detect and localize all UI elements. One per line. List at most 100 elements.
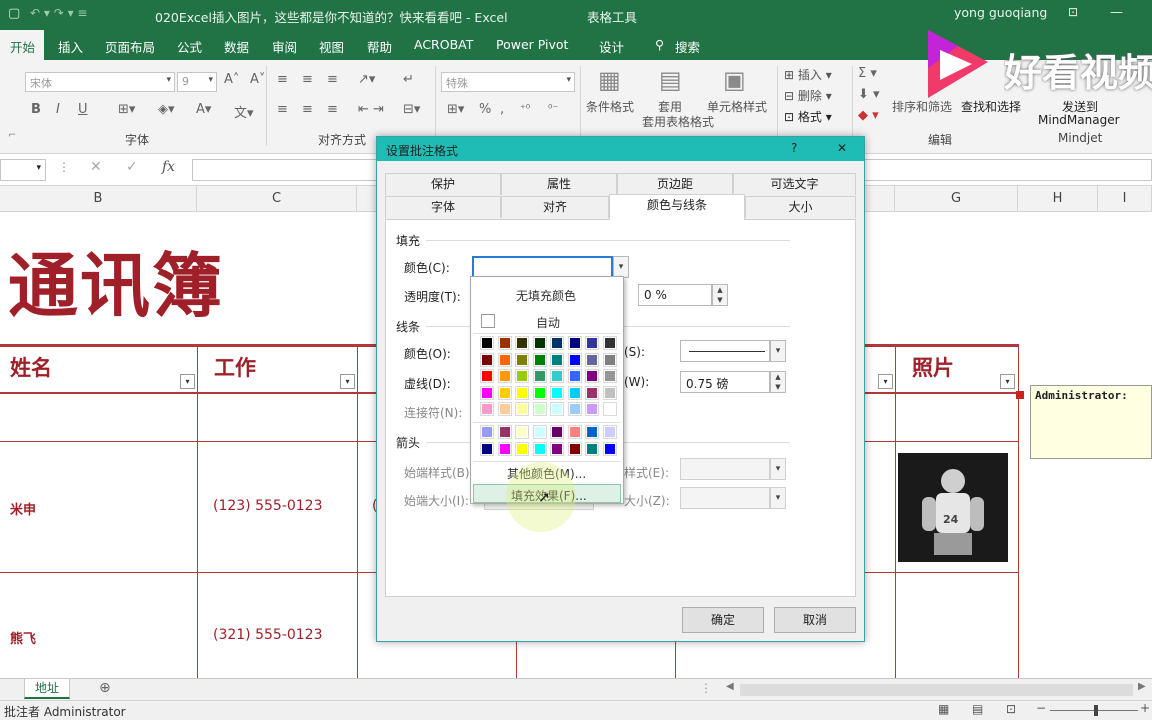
sheet-tab-address[interactable]: 地址 bbox=[24, 679, 70, 699]
color-swatch[interactable] bbox=[550, 385, 564, 400]
phonetic-icon[interactable]: 文▾ bbox=[234, 102, 254, 121]
tab-protection[interactable]: 保护 bbox=[385, 173, 501, 195]
align-bottom-icon[interactable]: ≡ bbox=[327, 72, 338, 87]
color-swatch[interactable] bbox=[585, 336, 599, 350]
tab-colors-lines[interactable]: 颜色与线条 bbox=[609, 194, 745, 220]
zoom-in-icon[interactable]: + bbox=[1140, 701, 1150, 715]
insert-function-icon[interactable]: fx bbox=[162, 159, 175, 175]
column-header-f[interactable] bbox=[865, 186, 895, 212]
weight-input[interactable]: 0.75 磅 bbox=[680, 371, 770, 393]
color-swatch[interactable] bbox=[515, 402, 529, 416]
number-format-combo[interactable]: 特殊 ▾ bbox=[441, 72, 575, 92]
indent-icon[interactable]: ⇤ ⇥ bbox=[358, 102, 384, 117]
color-swatch[interactable] bbox=[585, 441, 599, 456]
weight-spinner[interactable]: ▲ ▼ bbox=[770, 371, 786, 393]
auto-swatch[interactable] bbox=[481, 314, 495, 328]
color-swatch[interactable] bbox=[532, 336, 547, 350]
fill-down-icon[interactable]: ⬇ ▾ bbox=[858, 87, 880, 102]
wrap-text-icon[interactable]: ↵ bbox=[403, 72, 414, 87]
tab-review[interactable]: 审阅 bbox=[272, 37, 297, 56]
color-swatch[interactable] bbox=[515, 441, 529, 456]
tab-power-pivot[interactable]: Power Pivot bbox=[496, 37, 568, 52]
row2-name[interactable]: 熊飞 bbox=[10, 628, 36, 647]
color-swatch[interactable] bbox=[585, 352, 599, 367]
color-swatch[interactable] bbox=[567, 425, 582, 439]
cancel-entry-icon[interactable]: ✕ bbox=[90, 159, 102, 175]
color-swatch[interactable] bbox=[515, 425, 529, 439]
cancel-button[interactable]: 取消 bbox=[774, 607, 856, 633]
decrease-decimal-icon[interactable]: ⁰⁻ bbox=[548, 102, 558, 115]
dialog-help-button[interactable]: ? bbox=[791, 141, 797, 155]
color-swatch[interactable] bbox=[480, 441, 494, 456]
orientation-icon[interactable]: ↗▾ bbox=[358, 72, 375, 87]
tab-properties[interactable]: 属性 bbox=[501, 173, 617, 195]
color-swatch[interactable] bbox=[497, 352, 512, 367]
line-style-dropdown[interactable]: ▾ bbox=[770, 340, 786, 362]
color-swatch[interactable] bbox=[550, 369, 564, 383]
currency-icon[interactable]: ⊞▾ bbox=[447, 102, 464, 117]
border-icon[interactable]: ⊞▾ bbox=[118, 102, 135, 117]
color-swatch[interactable] bbox=[585, 369, 599, 383]
column-header-b[interactable]: B bbox=[0, 186, 197, 212]
user-name[interactable]: yong guoqiang bbox=[954, 5, 1047, 20]
horizontal-scrollbar[interactable] bbox=[740, 684, 1133, 696]
undo-icon[interactable]: ↶ ▾ ↷ ▾ ≡ bbox=[30, 6, 87, 20]
insert-button[interactable]: ⊞ 插入 ▾ bbox=[784, 66, 832, 83]
font-name-combo[interactable]: 宋体 ▾ bbox=[25, 72, 175, 92]
color-swatch[interactable] bbox=[532, 385, 547, 400]
color-swatch[interactable] bbox=[567, 385, 582, 400]
tab-view[interactable]: 视图 bbox=[319, 37, 344, 56]
scroll-right-icon[interactable]: ▶ bbox=[1138, 681, 1146, 692]
align-center-icon[interactable]: ≡ bbox=[302, 102, 313, 117]
row2-phone[interactable]: (321) 555-0123 bbox=[213, 627, 323, 643]
color-swatch[interactable] bbox=[497, 369, 512, 383]
fill-color-dropdown[interactable]: ▾ bbox=[613, 256, 629, 278]
format-button[interactable]: ⊡ 格式 ▾ bbox=[784, 108, 832, 125]
filter-job-button[interactable]: ▾ bbox=[340, 374, 355, 389]
column-header-h[interactable]: H bbox=[1018, 186, 1098, 212]
color-swatch[interactable] bbox=[532, 369, 547, 383]
fill-color-icon[interactable]: ◈▾ bbox=[158, 102, 175, 117]
filter-name-button[interactable]: ▾ bbox=[180, 374, 195, 389]
column-header-i[interactable]: I bbox=[1098, 186, 1152, 212]
filter-photo-button[interactable]: ▾ bbox=[1000, 374, 1015, 389]
color-swatch[interactable] bbox=[480, 425, 494, 439]
column-header-c[interactable]: C bbox=[197, 186, 357, 212]
color-swatch[interactable] bbox=[497, 441, 512, 456]
increase-decimal-icon[interactable]: ⁺⁰ bbox=[520, 102, 530, 115]
color-swatch[interactable] bbox=[480, 385, 494, 400]
tab-help[interactable]: 帮助 bbox=[367, 37, 392, 56]
color-swatch[interactable] bbox=[515, 369, 529, 383]
color-swatch[interactable] bbox=[532, 352, 547, 367]
color-swatch[interactable] bbox=[497, 336, 512, 350]
tab-formulas[interactable]: 公式 bbox=[177, 37, 202, 56]
add-sheet-icon[interactable]: ⊕ bbox=[99, 680, 111, 696]
color-swatch[interactable] bbox=[480, 369, 494, 383]
color-swatch[interactable] bbox=[550, 441, 564, 456]
color-swatch[interactable] bbox=[532, 441, 547, 456]
tab-home[interactable]: 开始 bbox=[0, 30, 44, 60]
no-fill-option[interactable]: 无填充颜色 bbox=[516, 287, 576, 304]
color-swatch[interactable] bbox=[602, 425, 617, 439]
color-swatch[interactable] bbox=[602, 369, 617, 383]
tab-font[interactable]: 字体 bbox=[385, 196, 501, 218]
mindmanager-label[interactable]: MindManager bbox=[1038, 113, 1120, 127]
color-swatch[interactable] bbox=[585, 425, 599, 439]
scroll-left-icon[interactable]: ◀ bbox=[726, 681, 734, 692]
color-swatch[interactable] bbox=[602, 385, 617, 400]
align-top-icon[interactable]: ≡ bbox=[277, 72, 288, 87]
color-swatch[interactable] bbox=[567, 441, 582, 456]
player-photo[interactable]: 24 bbox=[898, 453, 1008, 562]
tab-margins[interactable]: 页边距 bbox=[617, 173, 733, 195]
color-swatch[interactable] bbox=[567, 402, 582, 416]
color-swatch[interactable] bbox=[515, 385, 529, 400]
clear-icon[interactable]: ◆ ▾ bbox=[858, 108, 879, 123]
confirm-entry-icon[interactable]: ✓ bbox=[126, 159, 138, 175]
conditional-format-button[interactable]: 条件格式 bbox=[586, 98, 634, 115]
page-layout-icon[interactable]: ▤ bbox=[972, 702, 983, 716]
grow-font-icon[interactable]: A˄ bbox=[224, 72, 239, 87]
column-header-g[interactable]: G bbox=[895, 186, 1018, 212]
transparency-input[interactable]: 0 % bbox=[638, 284, 712, 306]
color-swatch[interactable] bbox=[567, 369, 582, 383]
delete-button[interactable]: ⊟ 删除 ▾ bbox=[784, 87, 832, 104]
